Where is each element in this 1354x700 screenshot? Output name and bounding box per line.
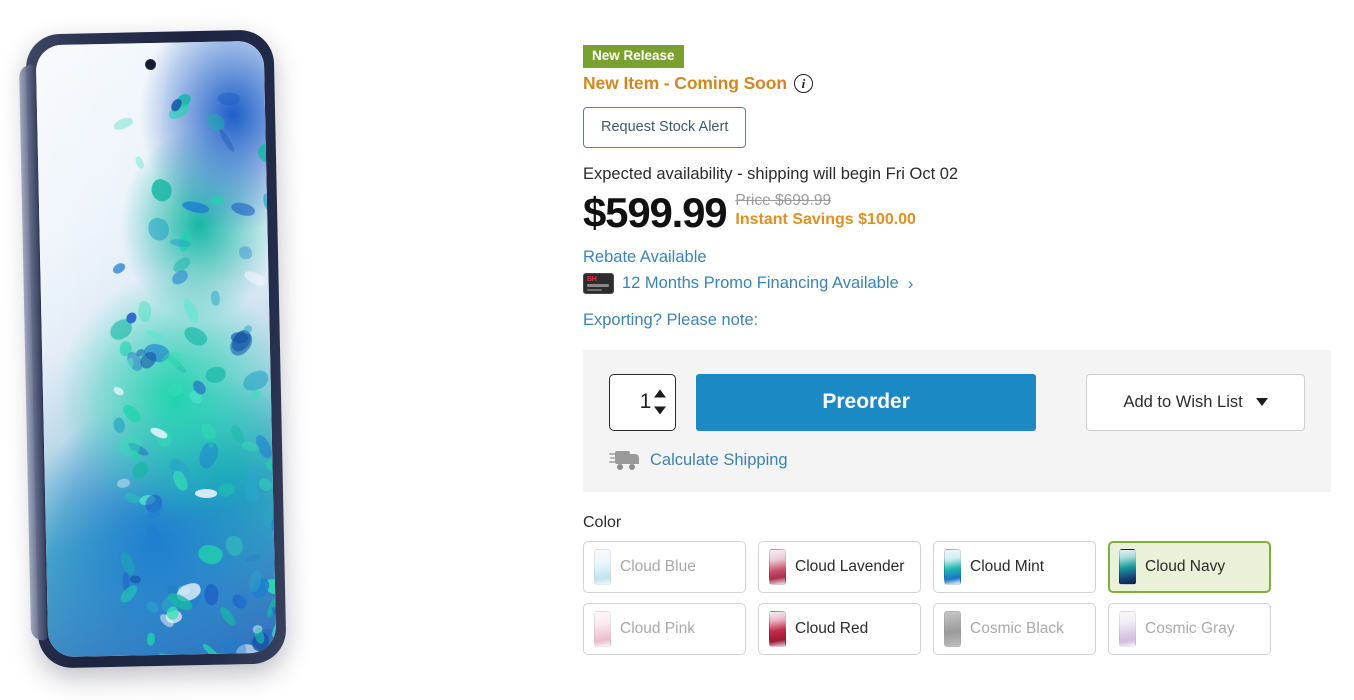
color-swatch-label: Cloud Pink (620, 619, 695, 637)
product-gallery (0, 0, 560, 700)
exporting-note-link[interactable]: Exporting? Please note: (583, 311, 1343, 330)
truck-wheel (617, 463, 623, 470)
truck-wheel (629, 463, 635, 470)
color-section-label: Color (583, 513, 622, 531)
color-swatch-thumbnail (944, 610, 961, 647)
list-price: Price $699.99 (735, 191, 832, 209)
color-swatch-thumbnail (594, 610, 611, 647)
price-side-block: Price $699.99 Instant Savings $100.00 (735, 192, 916, 234)
product-detail-page: New Release New Item - Coming Soon i Req… (0, 0, 1354, 700)
card-brand-text: BH (587, 275, 597, 283)
card-stripe-secondary (587, 288, 602, 291)
color-swatch-grid: Cloud Blue Cloud Lavender Cloud Mint Cloud … (583, 540, 1335, 655)
color-swatch-label: Cosmic Black (970, 619, 1064, 637)
add-to-wish-list-label: Add to Wish List (1123, 392, 1243, 411)
purchase-controls-row: 1 Preorder Add to Wish List (609, 373, 1305, 431)
color-swatch-cloud-blue[interactable]: Cloud Blue (583, 540, 746, 593)
color-swatch-cloud-mint[interactable]: Cloud Mint (933, 540, 1096, 593)
preorder-button[interactable]: Preorder (696, 373, 1037, 431)
current-price: $599.99 (583, 189, 728, 237)
calculate-shipping-label: Calculate Shipping (650, 450, 788, 469)
color-swatch-label: Cosmic Gray (1145, 619, 1235, 637)
promo-financing-label: 12 Months Promo Financing Available (622, 273, 899, 292)
color-swatch-thumbnail (1119, 548, 1136, 585)
product-image-phone[interactable] (15, 29, 296, 669)
color-swatch-label: Cloud Blue (620, 557, 696, 575)
purchase-panel: 1 Preorder Add to Wish List Calculate Sh… (583, 349, 1331, 492)
color-swatch-thumbnail (769, 548, 786, 585)
quantity-stepper[interactable]: 1 (609, 373, 677, 431)
info-circle-icon[interactable]: i (793, 73, 813, 93)
instant-savings: Instant Savings $100.00 (735, 211, 916, 229)
promo-financing-link[interactable]: BH 12 Months Promo Financing Available › (583, 272, 1343, 294)
color-swatch-label: Cloud Red (795, 619, 869, 637)
price-row: $599.99 Price $699.99 Instant Savings $1… (583, 192, 1343, 234)
color-swatch-thumbnail (1119, 610, 1136, 647)
delivery-truck-icon (609, 450, 639, 470)
quantity-arrows (654, 389, 667, 415)
color-swatch-cloud-red[interactable]: Cloud Red (758, 602, 921, 655)
add-to-wish-list-button[interactable]: Add to Wish List (1086, 373, 1305, 431)
color-swatch-cloud-lavender[interactable]: Cloud Lavender (758, 540, 921, 593)
color-swatch-cosmic-black[interactable]: Cosmic Black (933, 602, 1096, 655)
color-swatch-thumbnail (769, 610, 786, 647)
chevron-right-icon: › (907, 273, 914, 293)
coming-soon-row: New Item - Coming Soon i (583, 73, 1343, 94)
color-swatch-thumbnail (944, 548, 961, 585)
new-release-badge: New Release (583, 45, 684, 68)
product-details: New Release New Item - Coming Soon i Req… (583, 0, 1343, 700)
color-swatch-label: Cloud Navy (1145, 557, 1226, 575)
request-stock-alert-button[interactable]: Request Stock Alert (583, 106, 747, 148)
availability-text: Expected availability - shipping will be… (583, 164, 959, 183)
color-swatch-label: Cloud Lavender (795, 557, 905, 575)
coming-soon-label: New Item - Coming Soon (583, 72, 787, 93)
wallpaper-petal (274, 654, 277, 658)
wallpaper-petal (238, 246, 252, 260)
caret-down-icon[interactable] (1255, 398, 1268, 407)
card-stripe-primary (587, 283, 609, 287)
color-swatch-label: Cloud Mint (970, 557, 1045, 575)
credit-card-icon: BH (583, 272, 614, 294)
chevron-up-icon[interactable] (654, 389, 667, 398)
truck-cab (628, 453, 639, 464)
color-swatch-cloud-navy[interactable]: Cloud Navy (1108, 540, 1271, 593)
calculate-shipping-link[interactable]: Calculate Shipping (609, 450, 1305, 470)
color-swatch-cloud-pink[interactable]: Cloud Pink (583, 602, 746, 655)
rebate-available-link[interactable]: Rebate Available (583, 248, 1343, 267)
color-swatch-cosmic-gray[interactable]: Cosmic Gray (1108, 602, 1271, 655)
color-swatch-thumbnail (594, 548, 611, 585)
phone-screen (35, 40, 277, 658)
chevron-down-icon[interactable] (654, 406, 667, 415)
